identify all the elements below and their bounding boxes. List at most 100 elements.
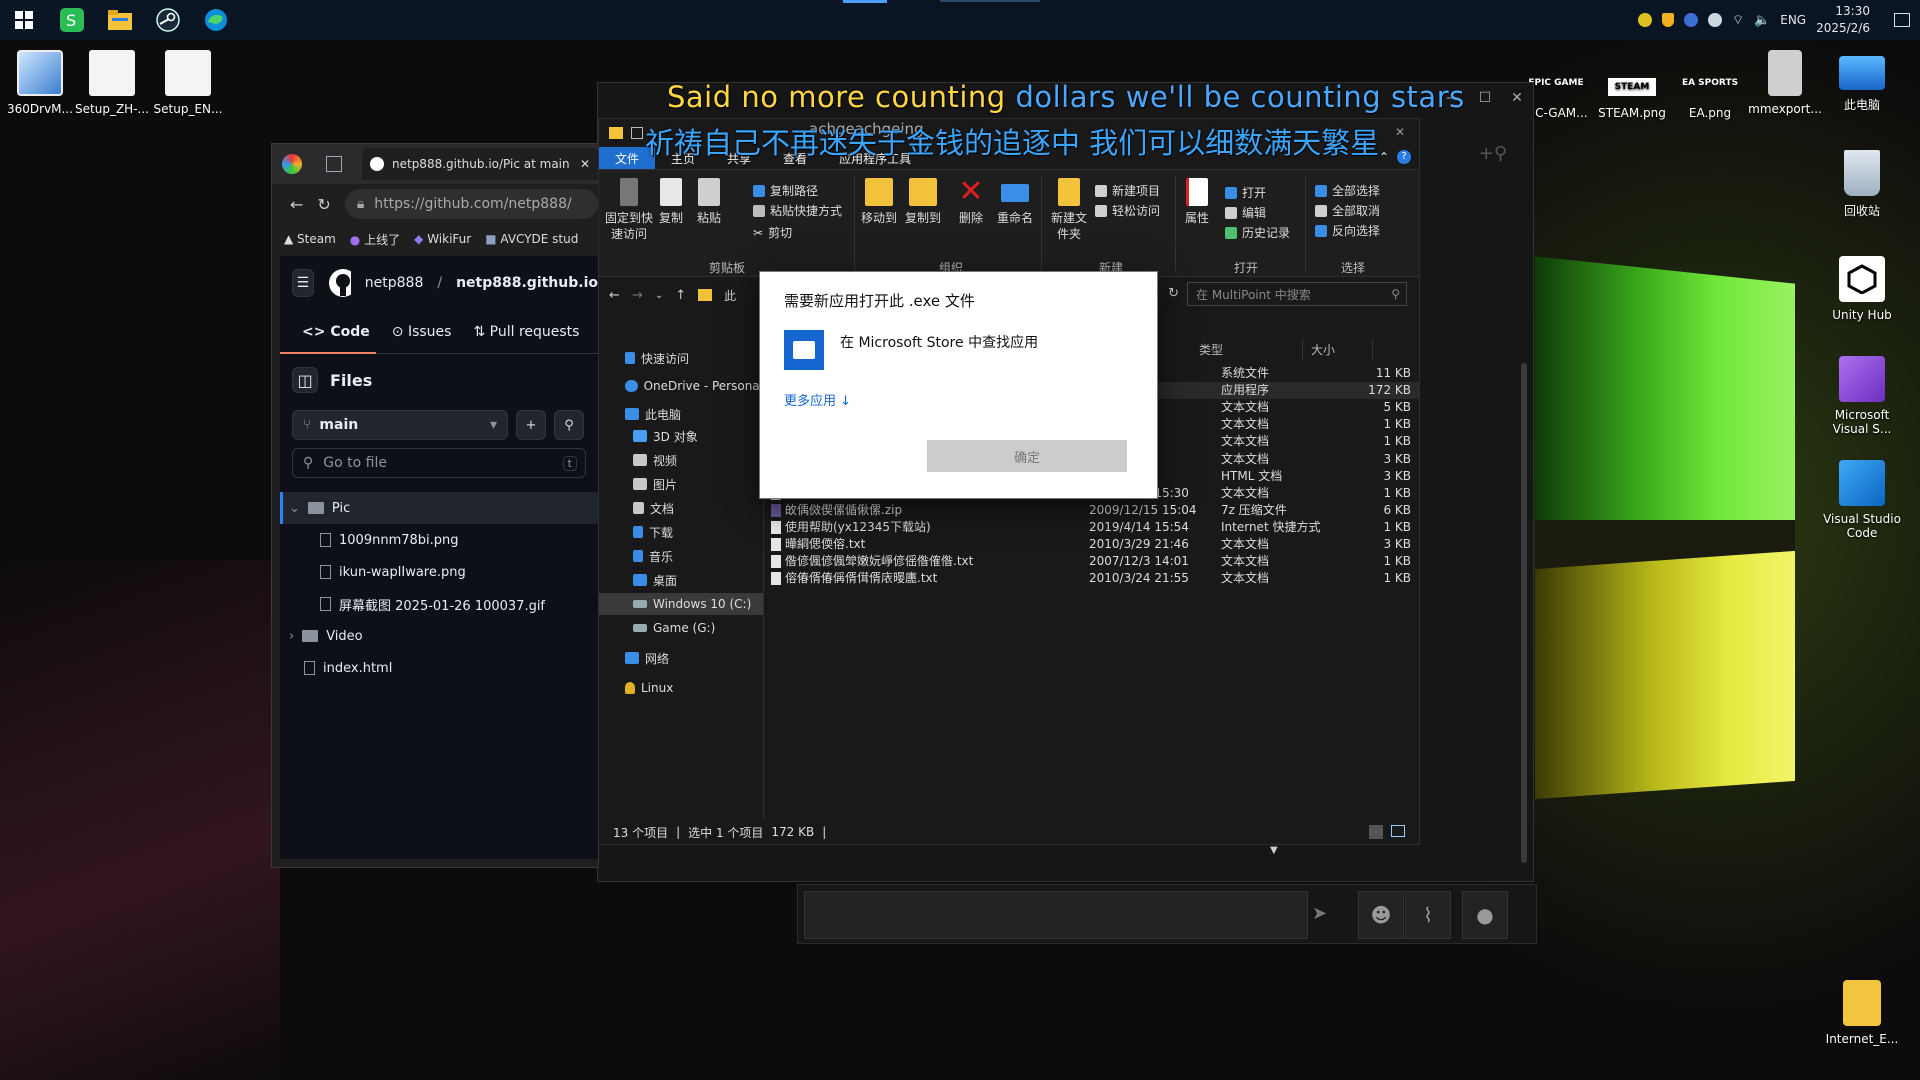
desktop-icon-visual-studio[interactable]: Microsoft Visual S... (1822, 356, 1902, 436)
repo-owner-link[interactable]: netp888 (365, 275, 424, 291)
desktop-icon-ea[interactable]: EA SPORTS EA.png (1670, 78, 1750, 120)
help-icon[interactable]: ? (1397, 150, 1411, 164)
move-to-button[interactable]: 移动到 (861, 178, 897, 226)
add-member-icon[interactable]: +⚲ (1479, 143, 1507, 164)
close-icon[interactable]: ✕ (1501, 83, 1533, 113)
invert-selection-button[interactable]: 反向选择 (1315, 222, 1380, 239)
desktop-icon-setup-zh[interactable]: Setup_ZH-... (72, 50, 152, 116)
tree-file[interactable]: 1009nnm78bi.png (280, 524, 598, 556)
steam-icon[interactable] (144, 0, 192, 40)
more-apps-link[interactable]: 更多应用 ↓ (784, 390, 851, 409)
nav-item[interactable]: 图片 (599, 473, 763, 495)
tree-file[interactable]: 屏幕截图 2025-01-26 100037.gif (280, 588, 598, 620)
tab-pull-requests[interactable]: ⇅ Pull requests (473, 324, 579, 340)
reload-icon[interactable]: ↻ (317, 195, 330, 214)
tab-issues[interactable]: ⊙ Issues (392, 324, 452, 340)
voice-button[interactable]: ● (1462, 891, 1508, 939)
nav-item[interactable]: 桌面 (599, 569, 763, 591)
close-icon[interactable]: ✕ (1395, 125, 1405, 139)
copy-button[interactable]: 复制 (659, 178, 683, 226)
file-row[interactable]: 傛偆偦偆偁偦傇偦庡暥廤.txt 2010/3/24 21:55 文本文档 1 KB (769, 570, 1419, 587)
nav-item[interactable]: 文档 (599, 497, 763, 519)
browser-tab[interactable]: netp888.github.io/Pic at main · ne ✕ (362, 148, 598, 180)
desktop-icon-internet-e[interactable]: Internet_E... (1822, 980, 1902, 1046)
nav-item[interactable]: 此电脑 (599, 403, 763, 425)
attach-button[interactable]: ⌇ (1405, 891, 1451, 939)
emoji-button[interactable]: ☻ (1358, 891, 1404, 939)
desktop-icon-this-pc[interactable]: 此电脑 (1822, 50, 1902, 113)
back-icon[interactable]: ← (290, 195, 303, 214)
tray-steam-icon[interactable] (1707, 13, 1722, 27)
file-row[interactable]: 偺偐偑偐偑斚嫩妧崢偐傜偺傕偺.txt 2007/12/3 14:01 文本文档 1 K… (769, 553, 1419, 570)
refresh-icon[interactable]: ↻ (1168, 286, 1179, 301)
search-button[interactable]: ⚲ (554, 410, 584, 440)
explorer-search-input[interactable]: 在 MultiPoint 中搜索 ⚲ (1187, 282, 1407, 306)
store-option-label[interactable]: 在 Microsoft Store 中查找应用 (840, 332, 1038, 352)
bookmark-wikifur[interactable]: ◆ WikiFur (414, 232, 471, 246)
new-folder-button[interactable]: 新建文件夹 (1047, 178, 1091, 242)
forward-icon[interactable]: → (632, 288, 643, 303)
bookmark-steam[interactable]: ▲ Steam (284, 232, 336, 246)
scrollbar[interactable] (1521, 363, 1527, 863)
maximize-icon[interactable]: ☐ (1469, 83, 1501, 113)
copy-to-button[interactable]: 复制到 (905, 178, 941, 226)
sidebar-toggle-icon[interactable]: ◫ (292, 367, 318, 393)
file-row[interactable]: 敀偊傚偰傫偱偢傫.zip 2009/12/15 15:04 7z 压缩文件 6 KB (769, 502, 1419, 519)
microsoft-store-icon[interactable] (784, 330, 824, 370)
details-view-icon[interactable] (1369, 825, 1383, 839)
desktop-icon-unity-hub[interactable]: Unity Hub (1822, 256, 1902, 322)
file-explorer-icon[interactable] (96, 0, 144, 40)
branch-selector[interactable]: ⑂ main ▾ (292, 410, 508, 440)
tree-folder-pic[interactable]: ⌄ Pic (280, 492, 598, 524)
tab-code[interactable]: <> Code (280, 324, 376, 354)
desktop-icon-vscode[interactable]: Visual Studio Code (1822, 460, 1902, 540)
nav-item[interactable]: 音乐 (599, 545, 763, 567)
nav-item[interactable]: 下载 (599, 521, 763, 543)
tray-shield-icon[interactable] (1637, 13, 1652, 27)
back-icon[interactable]: ← (609, 288, 620, 303)
tree-file[interactable]: ikun-waplIware.png (280, 556, 598, 588)
tray-security-icon[interactable] (1661, 13, 1674, 27)
delete-button[interactable]: ✕ 删除 (957, 177, 985, 226)
github-logo-icon[interactable] (328, 268, 351, 298)
bookmark-shangxian[interactable]: ● 上线了 (350, 231, 400, 248)
large-icons-view-icon[interactable] (1391, 825, 1405, 837)
up-icon[interactable]: ↑ (675, 288, 686, 303)
nav-item[interactable]: Windows 10 (C:) (599, 593, 763, 615)
tree-file[interactable]: index.html (280, 652, 598, 684)
select-all-button[interactable]: 全部选择 (1315, 182, 1380, 199)
address-path[interactable]: 此 (724, 287, 736, 304)
add-file-button[interactable]: + (516, 410, 546, 440)
file-row[interactable]: 使用帮助(yx12345下载站) 2019/4/14 15:54 Internet … (769, 519, 1419, 536)
new-item-button[interactable]: 新建项目 (1095, 182, 1160, 199)
recent-chevron-icon[interactable]: ⌄ (655, 290, 663, 301)
start-icon[interactable] (0, 0, 48, 40)
rename-button[interactable]: 重命名 (997, 178, 1033, 226)
nav-item[interactable]: 快速访问 (599, 347, 763, 369)
repo-name-link[interactable]: netp888.github.io (456, 275, 598, 291)
save-icon[interactable] (631, 127, 643, 139)
ok-button[interactable]: 确定 (927, 440, 1127, 472)
desktop-icon-steam-png[interactable]: STEAM STEAM.png (1592, 78, 1672, 120)
copy-path-button[interactable]: 复制路径 (753, 182, 818, 199)
desktop-icon-recycle-bin[interactable]: 回收站 (1822, 150, 1902, 219)
easy-access-button[interactable]: 轻松访问 (1095, 202, 1160, 219)
go-to-file-input[interactable]: ⚲ Go to file t (292, 448, 586, 478)
edit-button[interactable]: 编辑 (1225, 204, 1266, 221)
desktop-icon-mmexport[interactable]: mmexport... (1745, 50, 1825, 116)
tray-network-app-icon[interactable] (1683, 13, 1698, 27)
open-button[interactable]: 打开 (1225, 184, 1266, 201)
nav-item[interactable]: OneDrive - Personal (599, 375, 763, 397)
tree-folder-video[interactable]: › Video (280, 620, 598, 652)
tray-language[interactable]: ENG (1780, 13, 1806, 27)
nav-item[interactable]: 视频 (599, 449, 763, 471)
collapse-ribbon-icon[interactable]: ⌃ (1379, 150, 1389, 164)
tray-volume-icon[interactable]: 🔈 (1754, 13, 1770, 28)
history-button[interactable]: 历史记录 (1225, 224, 1290, 241)
pin-quick-access-button[interactable]: 固定到快速访问 (605, 178, 653, 242)
edge-icon[interactable] (192, 0, 240, 40)
chat-message-input[interactable] (804, 891, 1308, 939)
scroll-down-icon[interactable]: ▼ (1270, 845, 1284, 859)
url-field[interactable]: 🔒︎ https://github.com/netp888/ (344, 189, 598, 219)
column-size-header[interactable]: 大小 (1303, 339, 1373, 361)
